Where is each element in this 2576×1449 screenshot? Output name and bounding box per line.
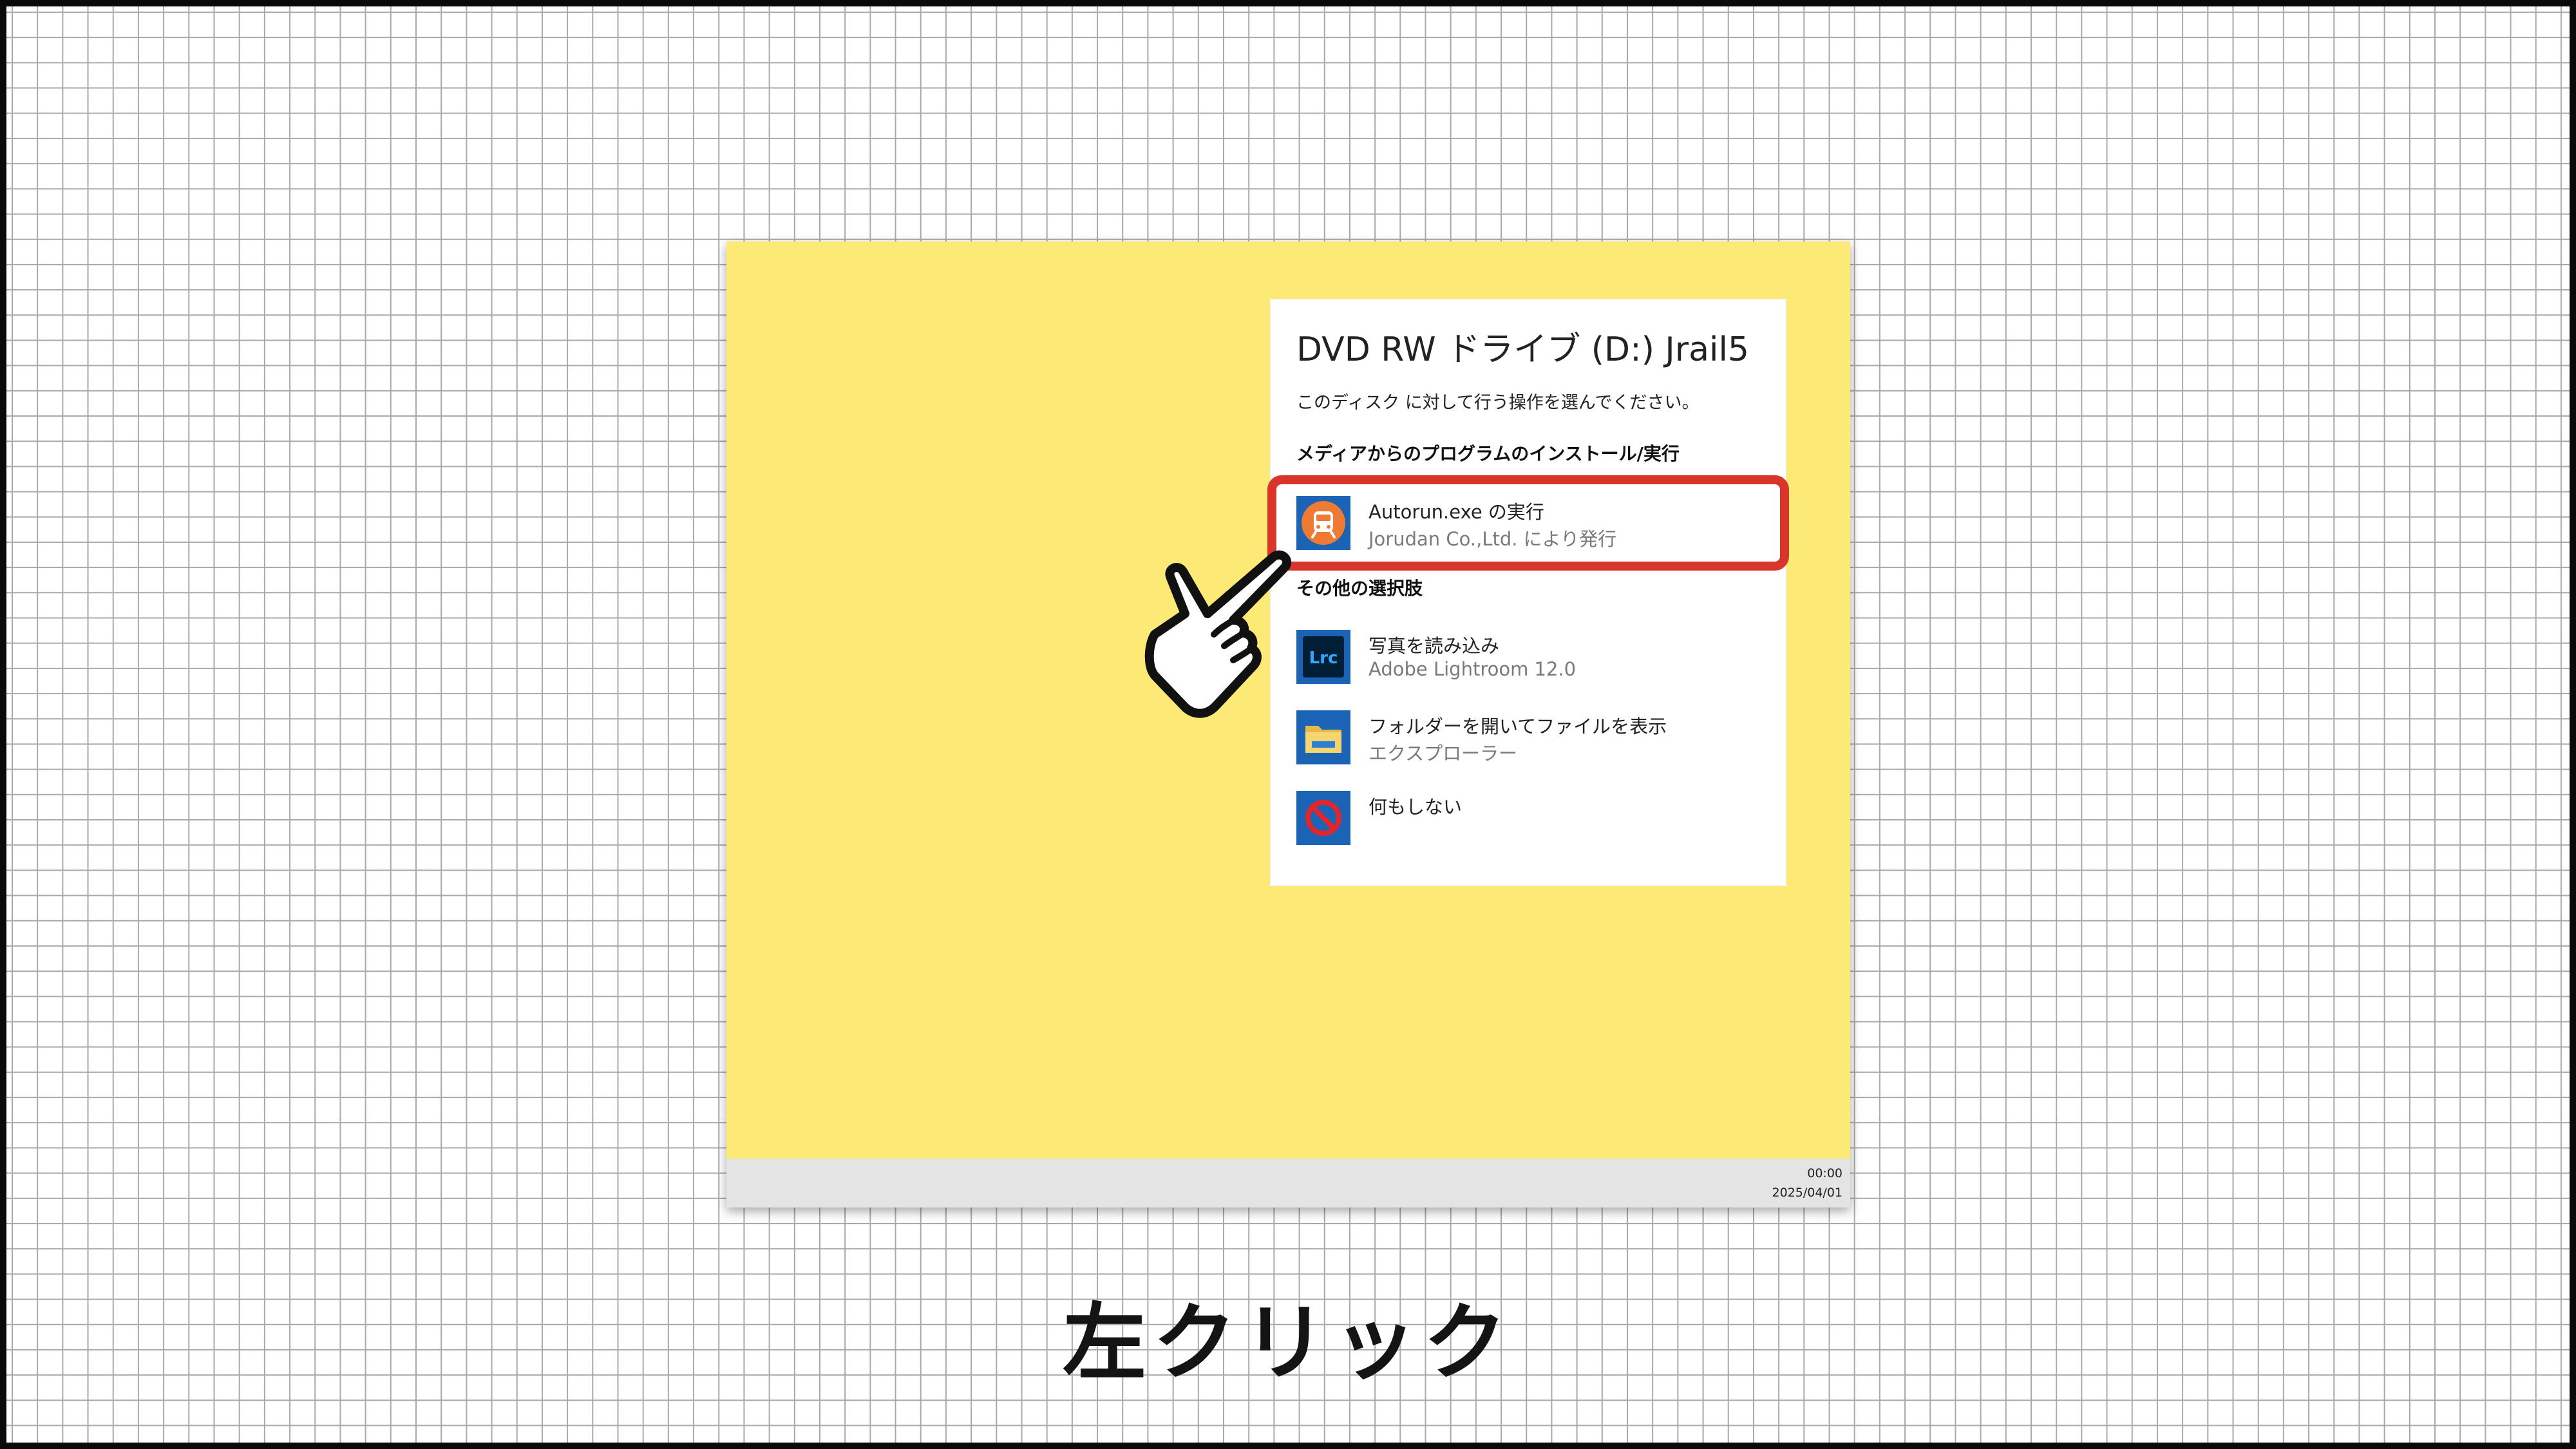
pointing-hand-icon bbox=[1124, 538, 1317, 731]
option-open-folder[interactable]: フォルダーを開いてファイルを表示 エクスプローラー bbox=[1296, 710, 1773, 775]
dialog-title: DVD RW ドライブ (D:) Jrail5 bbox=[1296, 330, 1749, 369]
option-app-name: エクスプローラー bbox=[1368, 743, 1518, 764]
section-install-heading: メディアからのプログラムのインストール/実行 bbox=[1296, 443, 1680, 464]
autoplay-dialog: DVD RW ドライブ (D:) Jrail5 このディスク に対して行う操作を… bbox=[1271, 299, 1786, 886]
option-label: 写真を読み込み bbox=[1368, 635, 1500, 657]
dialog-subtitle: このディスク に対して行う操作を選んでください。 bbox=[1296, 393, 1700, 413]
option-label: フォルダーを開いてファイルを表示 bbox=[1368, 715, 1667, 737]
clock-date: 2025/04/01 bbox=[1772, 1186, 1842, 1200]
highlight-box bbox=[1267, 475, 1789, 571]
option-app-name: Adobe Lightroom 12.0 bbox=[1368, 658, 1577, 680]
taskbar-clock[interactable]: 00:00 2025/04/01 bbox=[1772, 1164, 1842, 1202]
option-label: 何もしない bbox=[1368, 796, 1463, 818]
clock-time: 00:00 bbox=[1807, 1166, 1842, 1180]
taskbar: 00:00 2025/04/01 bbox=[726, 1159, 1850, 1208]
prohibited-icon bbox=[1296, 791, 1350, 845]
option-do-nothing[interactable]: 何もしない bbox=[1296, 791, 1773, 855]
option-import-photos[interactable]: Lrc 写真を読み込み Adobe Lightroom 12.0 bbox=[1296, 630, 1773, 694]
instruction-caption: 左クリック bbox=[1062, 1294, 1513, 1392]
